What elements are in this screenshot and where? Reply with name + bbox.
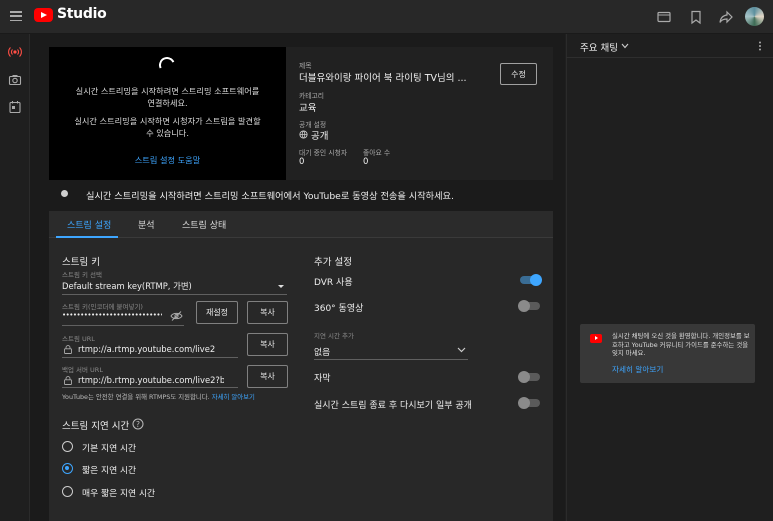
globe-icon: [299, 130, 308, 139]
latency-section-title: 스트림 지연 시간: [62, 421, 130, 432]
tabs-bar: [49, 211, 553, 238]
latency-ultra-low-radio[interactable]: [62, 486, 73, 497]
backup-url-underline: [62, 387, 238, 388]
dvr-label: DVR 사용: [314, 278, 353, 288]
likes-label: 좋아요 수: [363, 149, 391, 157]
stream-key-label: 스트림 키(인코더에 붙여넣기): [62, 303, 143, 311]
copy-stream-key-button[interactable]: 복사: [247, 301, 288, 324]
tab-stream-settings[interactable]: 스트림 설정: [67, 218, 111, 231]
youtube-small-icon: [590, 334, 602, 343]
stream-key-select-label: 스트림 키 선택: [62, 271, 103, 279]
title-value: 더블유와이랑 파이어 북 라이팅 TV님의 ...: [299, 73, 467, 84]
youtube-logo-icon[interactable]: [34, 8, 53, 22]
video-icon[interactable]: [656, 9, 672, 25]
rtmps-note: YouTube는 안전한 연결을 위해 RTMPS도 지원합니다. 자세히 알아…: [62, 392, 255, 401]
delay-select-value[interactable]: 없음: [314, 345, 330, 358]
latency-low-radio[interactable]: [62, 463, 73, 474]
stream-url-label: 스트림 URL: [62, 335, 95, 343]
edit-button[interactable]: 수정: [500, 63, 537, 85]
latency-normal-label[interactable]: 기본 지연 시간: [82, 441, 136, 454]
tab-stream-health[interactable]: 스트림 상태: [182, 218, 226, 231]
chat-header-divider: [566, 57, 773, 58]
live-broadcast-icon[interactable]: [8, 45, 22, 59]
additional-settings-title: 추가 설정: [314, 257, 352, 268]
stream-key-select-value[interactable]: Default stream key(RTMP, 가변): [62, 280, 272, 292]
camera-icon[interactable]: [8, 73, 22, 87]
help-icon[interactable]: ?: [132, 418, 144, 430]
vr360-toggle-knob[interactable]: [518, 300, 530, 312]
status-message: 실시간 스트리밍을 시작하려면 스트리밍 소프트웨어에서 YouTube로 동영…: [86, 191, 454, 202]
rtmps-note-text: YouTube는 안전한 연결을 위해 RTMPS도 지원합니다.: [62, 393, 210, 401]
chat-learn-more-link[interactable]: 자세히 알아보기: [612, 364, 663, 375]
chat-welcome-text: 실시간 채팅에 오신 것을 환영합니다. 개인정보를 보호하고 YouTube …: [612, 332, 750, 358]
calendar-icon[interactable]: [8, 100, 22, 114]
copy-backup-url-button[interactable]: 복사: [247, 365, 288, 388]
chevron-down-icon[interactable]: [457, 347, 466, 353]
latency-ultra-low-label[interactable]: 매우 짧은 지연 시간: [82, 486, 155, 499]
latency-low-label[interactable]: 짧은 지연 시간: [82, 463, 136, 476]
visibility-value: 공개: [311, 131, 329, 142]
menu-icon[interactable]: [10, 11, 22, 22]
status-dot-icon: [61, 190, 68, 197]
stream-url-value[interactable]: rtmp://a.rtmp.youtube.com/live2: [78, 344, 238, 354]
replay-toggle-knob[interactable]: [518, 397, 530, 409]
tab-analytics[interactable]: 분석: [138, 218, 155, 231]
chevron-down-icon[interactable]: [621, 43, 629, 49]
copy-stream-url-button[interactable]: 복사: [247, 333, 288, 356]
lock-icon: [64, 345, 72, 354]
preview-discover-text: 실시간 스트리밍을 시작하면 시청자가 스트림을 발견할 수 있습니다.: [74, 116, 261, 138]
captions-label: 자막: [314, 374, 331, 384]
latency-normal-radio[interactable]: [62, 441, 73, 452]
delay-select-underline: [314, 359, 468, 360]
delay-label: 지연 시간 추가: [314, 332, 355, 340]
stream-url-underline: [62, 357, 238, 358]
captions-toggle-knob[interactable]: [518, 371, 530, 383]
share-icon[interactable]: [718, 9, 734, 25]
title-label: 제목: [299, 62, 312, 70]
vr360-label: 360° 동영상: [314, 304, 364, 314]
more-vert-icon[interactable]: [758, 41, 762, 51]
dvr-toggle-knob[interactable]: [530, 274, 542, 286]
chat-mode-select[interactable]: 주요 채팅: [580, 40, 618, 54]
stream-key-input[interactable]: ••••••••••••••••••••••••••••: [62, 311, 162, 319]
app-title: Studio: [57, 6, 107, 22]
preview-connect-text: 실시간 스트리밍을 시작하려면 스트리밍 소프트웨어를 연결하세요.: [75, 86, 260, 108]
backup-url-label: 백업 서버 URL: [62, 366, 103, 374]
chat-panel: [566, 34, 773, 521]
category-label: 카테고리: [299, 92, 325, 100]
replay-label: 실시간 스트림 종료 후 다시보기 일부 공개: [314, 401, 472, 411]
svg-text:?: ?: [136, 420, 140, 429]
backup-url-value[interactable]: rtmp://b.rtmp.youtube.com/live2?backup=1: [78, 375, 224, 385]
reset-stream-key-button[interactable]: 재설정: [196, 301, 238, 324]
stream-key-section-title: 스트림 키: [62, 257, 100, 268]
avatar[interactable]: [745, 7, 764, 26]
stream-setup-help-link[interactable]: 스트림 설정 도움말: [49, 154, 286, 166]
lock-icon: [64, 376, 72, 385]
category-value: 교육: [299, 103, 317, 114]
waiting-viewers-label: 대기 중인 시청자: [299, 149, 348, 157]
likes-value: 0: [363, 157, 369, 167]
stream-key-select-underline: [62, 294, 287, 295]
visibility-off-icon[interactable]: [170, 311, 183, 321]
bookmark-icon[interactable]: [688, 9, 704, 25]
rtmps-learn-more-link[interactable]: 자세히 알아보기: [212, 393, 255, 401]
caret-down-icon[interactable]: [278, 285, 284, 288]
waiting-viewers-value: 0: [299, 157, 305, 167]
stream-key-underline: [62, 325, 184, 326]
